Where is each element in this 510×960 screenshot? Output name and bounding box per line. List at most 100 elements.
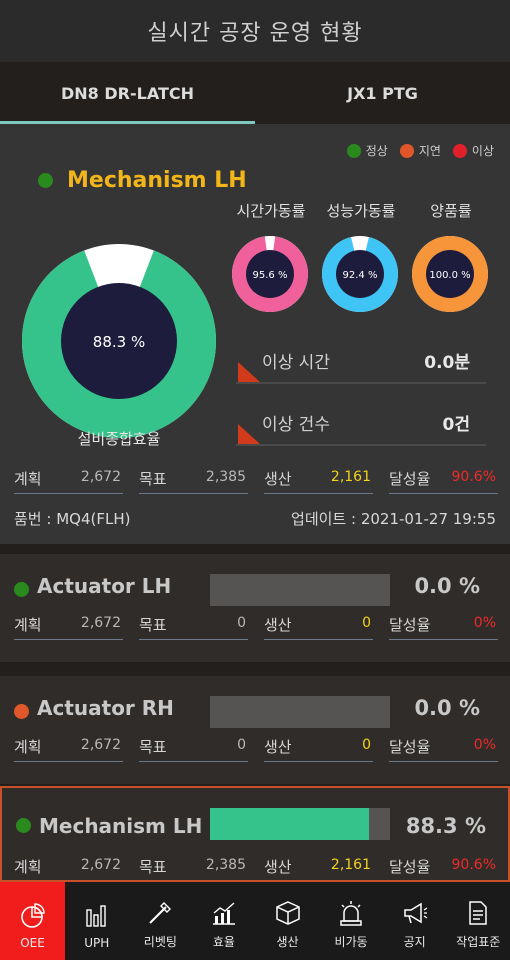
stat-achievement-value: 90.6% [451,857,496,873]
status-dot-icon [16,818,31,833]
progress-bar [210,808,390,840]
legend-normal: 정상 [346,142,388,159]
line-card-actuator-lh[interactable]: Actuator LH 0.0 % 계획 2,672 목표 0 생산 0 달성율 0% [0,554,510,662]
nav-work-standard[interactable]: 작업표준 [446,882,510,960]
stat-plan: 계획 2,672 [14,732,123,762]
performance-value: 92.4 % [343,270,378,281]
nav-uph[interactable]: UPH [65,882,129,960]
availability-label: 시간가동률 [236,202,306,220]
stat-production: 생산 2,161 [264,852,373,882]
abnormal-time-row: 이상 시간 0.0분 [236,340,486,384]
stat-plan-value: 2,672 [80,737,121,753]
stat-achievement: 달성율 0% [389,610,498,640]
main-stats-row: 계획 2,672 목표 2,385 생산 2,161 달성율 90.6% [14,464,498,494]
stat-plan-label: 계획 [14,858,42,876]
quality-donut: 100.0 % [412,236,488,312]
line-name: Mechanism LH [67,168,247,193]
abnormal-count-value: 0건 [442,415,470,435]
status-dot-icon [38,173,53,188]
nav-downtime[interactable]: 비가동 [319,882,383,960]
nav-production-label: 생산 [276,935,299,949]
stat-target-value: 0 [237,737,246,753]
nav-oee-label: OEE [20,936,45,950]
nav-uph-label: UPH [84,936,110,950]
progress-bar [210,696,390,728]
legend-abnormal-label: 이상 [471,144,494,158]
megaphone-icon [403,902,428,924]
nav-riveting-label: 리벳팅 [143,935,177,949]
card-name: Mechanism LH [39,814,203,838]
stat-plan: 계획 2,672 [14,610,123,640]
stat-achievement: 달성율 90.6% [389,464,498,494]
oee-value-label: 88.3 % [93,333,145,351]
stat-plan-value: 2,672 [80,615,121,631]
stat-target: 목표 2,385 [139,464,248,494]
card-stats-row: 계획 2,672 목표 0 생산 0 달성율 0% [14,732,498,762]
legend-normal-label: 정상 [365,144,388,158]
normal-dot-icon [346,143,361,158]
riveting-icon [149,902,172,924]
stat-target-label: 목표 [139,858,167,876]
stat-achievement-label: 달성율 [389,738,431,756]
stat-achievement-label: 달성율 [389,470,431,488]
document-icon [469,901,487,925]
stat-plan-label: 계획 [14,738,42,756]
nav-production[interactable]: 생산 [256,882,320,960]
stat-achievement-label: 달성율 [389,616,431,634]
performance-label: 성능가동률 [326,202,396,220]
red-triangle-icon [238,424,260,444]
nav-efficiency[interactable]: 효율 [192,882,256,960]
card-name: Actuator RH [37,696,174,720]
stat-plan-value: 2,672 [80,857,121,873]
red-triangle-icon [238,362,260,382]
abnormal-time-value: 0.0분 [424,353,470,373]
card-stats-row: 계획 2,672 목표 0 생산 0 달성율 0% [14,610,498,640]
box-icon [275,901,300,925]
line-card-actuator-rh[interactable]: Actuator RH 0.0 % 계획 2,672 목표 0 생산 0 달성율 0% [0,676,510,784]
line-card-mechanism-lh[interactable]: Mechanism LH 88.3 % 계획 2,672 목표 2,385 생산 2,… [0,786,510,882]
stat-production-label: 생산 [264,858,292,876]
progress-value: 0.0 % [414,574,480,598]
line-tabs: DN8 DR-LATCH JX1 PTG [0,62,510,124]
stat-production: 생산 2,161 [264,464,373,494]
card-stats-row: 계획 2,672 목표 2,385 생산 2,161 달성율 90.6% [14,852,498,882]
quality-value: 100.0 % [429,270,470,281]
stat-target: 목표 0 [139,610,248,640]
progress-value: 0.0 % [414,696,480,720]
oee-donut: 88.3 % [22,244,216,438]
tab-dn8-dr-latch[interactable]: DN8 DR-LATCH [0,62,255,124]
stat-target: 목표 2,385 [139,852,248,882]
update-time: 업데이트 : 2021-01-27 19:55 [291,510,496,528]
nav-riveting[interactable]: 리벳팅 [129,882,193,960]
stat-production-value: 2,161 [330,469,371,485]
abnormal-time-label: 이상 시간 [262,353,330,373]
nav-notice[interactable]: 공지 [383,882,447,960]
card-name: Actuator LH [37,574,172,598]
nav-efficiency-label: 효율 [212,935,235,949]
nav-work-standard-label: 작업표준 [456,935,501,949]
stat-plan-value: 2,672 [80,469,121,485]
stat-production-value: 0 [362,615,371,631]
bar-chart-icon [86,905,106,927]
legend-delay-label: 지연 [418,144,441,158]
progress-fill [210,808,369,840]
stat-achievement: 달성율 0% [389,732,498,762]
status-legend: 정상 지연 이상 [346,142,494,159]
stat-production: 생산 0 [264,610,373,640]
progress-bar [210,574,390,606]
page-title: 실시간 공장 운영 현황 [147,21,363,46]
stat-production: 생산 0 [264,732,373,762]
abnormal-count-row: 이상 건수 0건 [236,402,486,446]
summary-panel: 정상 지연 이상 Mechanism LH 88.3 % 설비종합효율 시간가동… [0,124,510,544]
tab-jx1-ptg[interactable]: JX1 PTG [255,62,510,124]
progress-value: 88.3 % [405,814,486,838]
stat-production-value: 2,161 [330,857,371,873]
stat-production-value: 0 [362,737,371,753]
delay-dot-icon [399,143,414,158]
stat-achievement-value: 0% [473,615,496,631]
app-header: 실시간 공장 운영 현황 [0,0,510,62]
stat-target-label: 목표 [139,470,167,488]
nav-oee[interactable]: OEE [0,882,65,960]
status-dot-icon [14,704,29,719]
stat-target-value: 2,385 [205,857,246,873]
